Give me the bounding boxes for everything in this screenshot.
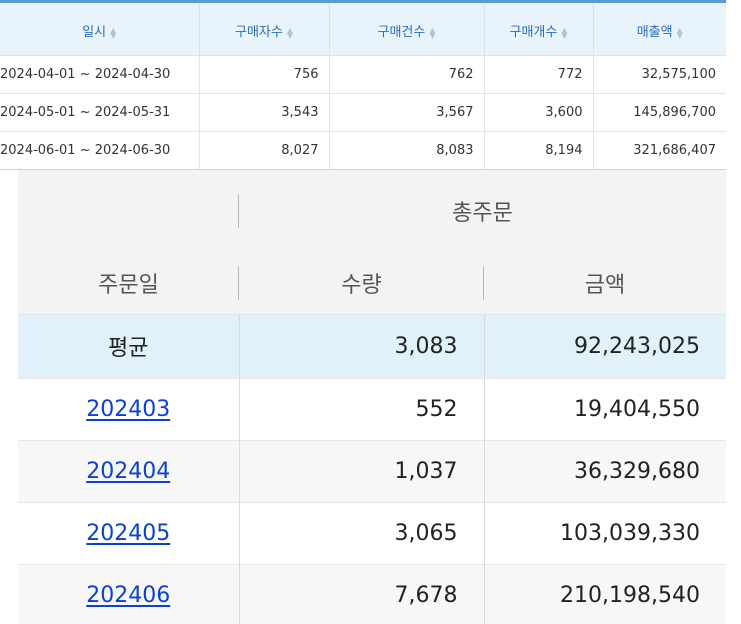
sort-header-datetime[interactable]: 일시 ▲ ▼	[0, 0, 200, 56]
average-amount: 92,243,025	[484, 313, 727, 378]
items-cell: 3,600	[484, 93, 594, 132]
order-date-header: 주문일	[98, 272, 159, 298]
items-cell: 8,194	[484, 131, 594, 170]
sort-icon: ▲ ▼	[561, 25, 568, 40]
buyers-cell: 8,027	[199, 131, 330, 170]
sort-header-orders[interactable]: 구매건수 ▲ ▼	[329, 0, 485, 56]
column-header-row: 주문일 수량 금액	[18, 252, 727, 314]
qty-cell: 552	[239, 377, 485, 440]
order-date-link[interactable]: 202406	[86, 583, 170, 608]
order-date-link[interactable]: 202405	[86, 521, 170, 546]
revenue-cell: 321,686,407	[593, 131, 726, 170]
table-row: 202403 552 19,404,550	[18, 377, 727, 440]
table-row: 2024-05-01 ~ 2024-05-31 3,543 3,567 3,60…	[0, 93, 726, 132]
period-sales-table: 일시 ▲ ▼ 구매자수 ▲ ▼ 구매건수 ▲ ▼ 구매개수 ▲ ▼ 매출액 ▲ ▼ 2024-04-…	[0, 0, 726, 170]
sort-header-buyers[interactable]: 구매자수 ▲ ▼	[199, 0, 330, 56]
table-row: 2024-04-01 ~ 2024-04-30 756 762 772 32,5…	[0, 55, 726, 94]
qty-cell: 1,037	[239, 439, 485, 502]
quantity-header: 수량	[341, 272, 382, 298]
order-summary-table: 총주문 주문일 수량 금액 평균 3,083 92,243,025 202403…	[18, 170, 727, 624]
amount-cell: 36,329,680	[484, 439, 727, 502]
revenue-cell: 145,896,700	[593, 93, 726, 132]
sort-icon: ▲ ▼	[110, 25, 117, 40]
table-row: 202405 3,065 103,039,330	[18, 501, 727, 564]
revenue-cell: 32,575,100	[593, 55, 726, 94]
order-date-link[interactable]: 202403	[86, 397, 170, 422]
period-cell: 2024-06-01 ~ 2024-06-30	[0, 131, 200, 170]
average-row: 평균 3,083 92,243,025	[18, 313, 727, 378]
period-cell: 2024-04-01 ~ 2024-04-30	[0, 55, 200, 94]
table-row: 202404 1,037 36,329,680	[18, 439, 727, 502]
table-row: 2024-06-01 ~ 2024-06-30 8,027 8,083 8,19…	[0, 131, 726, 170]
amount-cell: 103,039,330	[484, 501, 727, 564]
buyers-cell: 3,543	[199, 93, 330, 132]
orders-cell: 3,567	[329, 93, 485, 132]
table-row: 202406 7,678 210,198,540	[18, 563, 727, 624]
qty-cell: 7,678	[239, 563, 485, 624]
average-label: 평균	[18, 313, 240, 378]
average-qty: 3,083	[239, 313, 485, 378]
amount-header: 금액	[484, 252, 727, 314]
group-header-row: 총주문	[18, 170, 727, 252]
sort-header-revenue[interactable]: 매출액 ▲ ▼	[593, 0, 726, 56]
sort-icon: ▲ ▼	[429, 25, 436, 40]
amount-cell: 210,198,540	[484, 563, 727, 624]
total-orders-header: 총주문	[239, 170, 727, 252]
sort-icon: ▲ ▼	[286, 25, 293, 40]
sort-icon: ▲ ▼	[676, 25, 683, 40]
amount-cell: 19,404,550	[484, 377, 727, 440]
buyers-cell: 756	[199, 55, 330, 94]
orders-cell: 762	[329, 55, 485, 94]
qty-cell: 3,065	[239, 501, 485, 564]
items-cell: 772	[484, 55, 594, 94]
table-header-row: 일시 ▲ ▼ 구매자수 ▲ ▼ 구매건수 ▲ ▼ 구매개수 ▲ ▼ 매출액 ▲ ▼	[0, 0, 726, 56]
orders-cell: 8,083	[329, 131, 485, 170]
period-cell: 2024-05-01 ~ 2024-05-31	[0, 93, 200, 132]
order-date-link[interactable]: 202404	[86, 459, 170, 484]
sort-header-items[interactable]: 구매개수 ▲ ▼	[484, 0, 594, 56]
